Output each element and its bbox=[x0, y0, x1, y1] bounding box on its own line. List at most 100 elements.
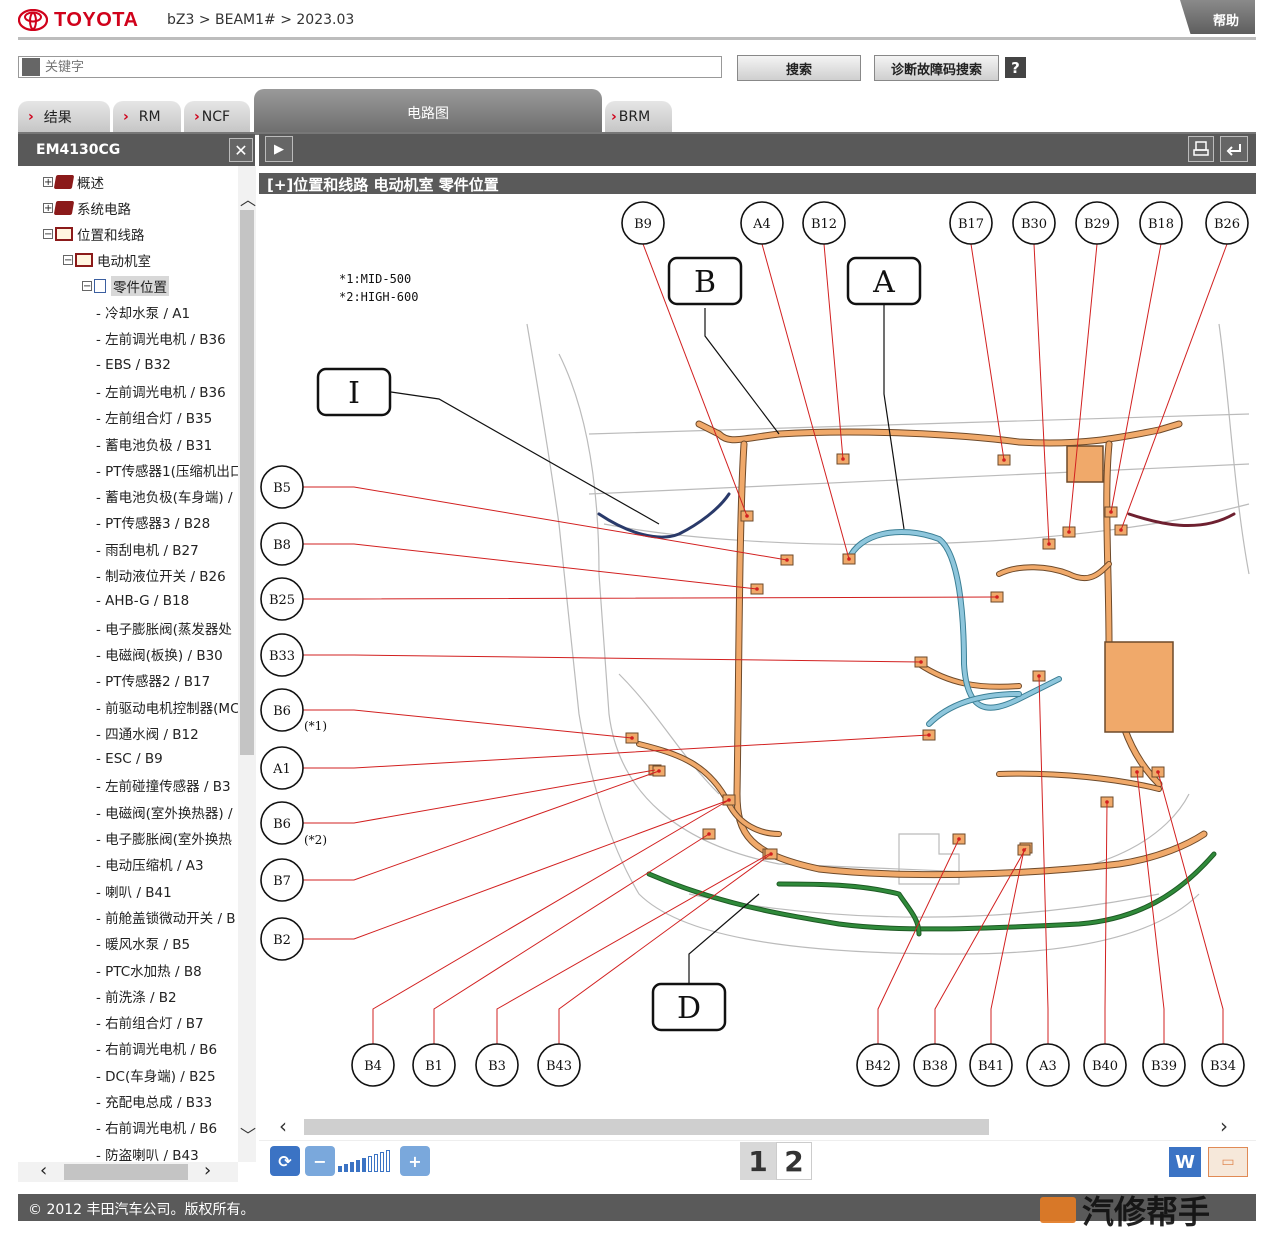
part-list-item[interactable]: - 电动压缩机 / A3 bbox=[96, 852, 204, 876]
diagram-hscroll-thumb[interactable] bbox=[304, 1119, 989, 1135]
search-button[interactable]: 搜索 bbox=[737, 55, 861, 81]
part-list-item[interactable]: - 充配电总成 / B33 bbox=[96, 1089, 212, 1113]
part-list-item[interactable]: - 前舱盖锁微动开关 / B bbox=[96, 905, 236, 929]
callout-b3[interactable]: B3 bbox=[475, 1043, 519, 1087]
tab-results[interactable]: › 结果 bbox=[18, 101, 110, 132]
part-list-item[interactable]: - 暖风水泵 / B5 bbox=[96, 931, 190, 955]
tree-node-motor-room[interactable]: − 电动机室 bbox=[63, 248, 151, 272]
part-list-item[interactable]: - 右前调光电机 / B6 bbox=[96, 1115, 217, 1139]
callout-b29[interactable]: B29 bbox=[1075, 201, 1119, 245]
callout-b42[interactable]: B42 bbox=[856, 1043, 900, 1087]
collapse-icon[interactable]: − bbox=[43, 229, 53, 240]
callout-b9[interactable]: B9 bbox=[621, 201, 665, 245]
play-icon[interactable]: ▶ bbox=[265, 136, 293, 162]
tree-node-system-circuits[interactable]: + 系统电路 bbox=[43, 196, 131, 220]
part-list-item[interactable]: - PT传感器2 / B17 bbox=[96, 668, 210, 692]
zoom-step[interactable] bbox=[362, 1158, 366, 1172]
callout-b43[interactable]: B43 bbox=[537, 1043, 581, 1087]
collapse-icon[interactable]: − bbox=[82, 281, 92, 292]
refresh-icon[interactable]: ⟳ bbox=[270, 1146, 300, 1176]
return-icon[interactable] bbox=[1220, 136, 1248, 162]
collapse-icon[interactable]: − bbox=[63, 255, 73, 266]
callout-b1[interactable]: B1 bbox=[412, 1043, 456, 1087]
close-panel-button[interactable]: ✕ bbox=[229, 138, 253, 162]
word-export-button[interactable]: W bbox=[1169, 1147, 1201, 1177]
callout-b7[interactable]: B7 bbox=[260, 858, 304, 902]
scroll-down-icon[interactable]: ﹀ bbox=[240, 1122, 256, 1146]
tab-ncf[interactable]: › NCF bbox=[184, 101, 250, 132]
zoom-step[interactable] bbox=[344, 1164, 348, 1172]
dtc-search-button[interactable]: 诊断故障码搜索 bbox=[874, 55, 999, 81]
scroll-right-icon[interactable]: › bbox=[204, 1160, 211, 1181]
callout-b26[interactable]: B26 bbox=[1205, 201, 1249, 245]
part-list-item[interactable]: - PTC水加热 / B8 bbox=[96, 958, 202, 982]
help-tab[interactable]: 帮助 bbox=[1180, 0, 1255, 34]
wiring-diagram[interactable]: B9 A4 B12 B17 B30 B29 B18 B26 B5 B8 B25 B33 B6 A1 B6 B7… bbox=[259, 194, 1256, 1116]
callout-a1[interactable]: A1 bbox=[260, 746, 304, 790]
zoom-step[interactable] bbox=[368, 1156, 372, 1172]
part-list-item[interactable]: - 电子膨胀阀(蒸发器处 bbox=[96, 616, 232, 640]
scroll-up-icon[interactable]: ︿ bbox=[240, 186, 256, 210]
callout-b12[interactable]: B12 bbox=[802, 201, 846, 245]
scroll-left-icon[interactable]: ‹ bbox=[40, 1160, 47, 1181]
zoom-step[interactable] bbox=[380, 1152, 384, 1172]
callout-b25[interactable]: B25 bbox=[260, 577, 304, 621]
zoom-out-icon[interactable]: − bbox=[305, 1146, 335, 1176]
comment-icon[interactable]: ▭ bbox=[1208, 1147, 1248, 1177]
callout-b5[interactable]: B5 bbox=[260, 465, 304, 509]
part-list-item[interactable]: - 雨刮电机 / B27 bbox=[96, 537, 199, 561]
callout-b33[interactable]: B33 bbox=[260, 633, 304, 677]
part-list-item[interactable]: - 四通水阀 / B12 bbox=[96, 721, 199, 745]
part-list-item[interactable]: - 左前碰撞传感器 / B3 bbox=[96, 773, 231, 797]
page-2-button[interactable]: 2 bbox=[776, 1142, 812, 1180]
callout-b30[interactable]: B30 bbox=[1012, 201, 1056, 245]
part-list-item[interactable]: - 防盗喇叭 / B43 bbox=[96, 1142, 199, 1162]
part-list-item[interactable]: - PT传感器1(压缩机出口 bbox=[96, 458, 238, 482]
part-list-item[interactable]: - 左前组合灯 / B35 bbox=[96, 405, 212, 429]
callout-b6[interactable]: B6 bbox=[260, 801, 304, 845]
tree-scroll-thumb[interactable] bbox=[240, 210, 254, 755]
part-list-item[interactable]: - 冷却水泵 / A1 bbox=[96, 300, 190, 324]
tab-brm[interactable]: › BRM bbox=[605, 101, 672, 132]
part-list-item[interactable]: - DC(车身端) / B25 bbox=[96, 1063, 216, 1087]
zoom-step[interactable] bbox=[338, 1166, 342, 1172]
part-list-item[interactable]: - 电子膨胀阀(室外换热 bbox=[96, 826, 232, 850]
tree-node-part-locations[interactable]: − 零件位置 bbox=[82, 274, 169, 298]
zoom-step[interactable] bbox=[386, 1150, 390, 1172]
part-list-item[interactable]: - 左前调光电机 / B36 bbox=[96, 379, 226, 403]
part-list-item[interactable]: - 蓄电池负极 / B31 bbox=[96, 432, 212, 456]
callout-b38[interactable]: B38 bbox=[913, 1043, 957, 1087]
callout-b4[interactable]: B4 bbox=[351, 1043, 395, 1087]
part-list-item[interactable]: - 蓄电池负极(车身端) / bbox=[96, 484, 233, 508]
tab-wiring-diagram[interactable]: 电路图 bbox=[254, 89, 602, 133]
part-list-item[interactable]: - 电磁阀(板换) / B30 bbox=[96, 642, 223, 666]
tree-node-overview[interactable]: + 概述 bbox=[43, 170, 104, 194]
callout-b8[interactable]: B8 bbox=[260, 522, 304, 566]
help-question-button[interactable]: ? bbox=[1005, 57, 1026, 78]
scroll-right-icon[interactable]: › bbox=[1220, 1114, 1228, 1138]
zoom-step[interactable] bbox=[350, 1162, 354, 1172]
callout-b41[interactable]: B41 bbox=[969, 1043, 1013, 1087]
callout-b34[interactable]: B34 bbox=[1201, 1043, 1245, 1087]
callout-b2[interactable]: B2 bbox=[260, 917, 304, 961]
callout-a4[interactable]: A4 bbox=[740, 201, 784, 245]
print-icon[interactable] bbox=[1188, 136, 1214, 162]
callout-b17[interactable]: B17 bbox=[949, 201, 993, 245]
callout-b39[interactable]: B39 bbox=[1142, 1043, 1186, 1087]
zoom-step[interactable] bbox=[374, 1154, 378, 1172]
callout-b6[interactable]: B6 bbox=[260, 688, 304, 732]
tree-hscroll-thumb[interactable] bbox=[64, 1164, 188, 1180]
part-list-item[interactable]: - AHB-G / B18 bbox=[96, 589, 189, 613]
part-list-item[interactable]: - ESC / B9 bbox=[96, 747, 163, 771]
zoom-level-indicator[interactable] bbox=[338, 1150, 390, 1172]
part-list-item[interactable]: - 左前调光电机 / B36 bbox=[96, 326, 226, 350]
page-1-button[interactable]: 1 bbox=[740, 1142, 776, 1180]
part-list-item[interactable]: - 前洗涤 / B2 bbox=[96, 984, 177, 1008]
part-list-item[interactable]: - 右前组合灯 / B7 bbox=[96, 1010, 204, 1034]
part-list-item[interactable]: - 电磁阀(室外换热器) / bbox=[96, 800, 233, 824]
part-list-item[interactable]: - EBS / B32 bbox=[96, 353, 171, 377]
part-list-item[interactable]: - PT传感器3 / B28 bbox=[96, 510, 210, 534]
scroll-left-icon[interactable]: ‹ bbox=[279, 1114, 287, 1138]
part-list-item[interactable]: - 前驱动电机控制器(MC bbox=[96, 695, 238, 719]
part-list-item[interactable]: - 右前调光电机 / B6 bbox=[96, 1036, 217, 1060]
